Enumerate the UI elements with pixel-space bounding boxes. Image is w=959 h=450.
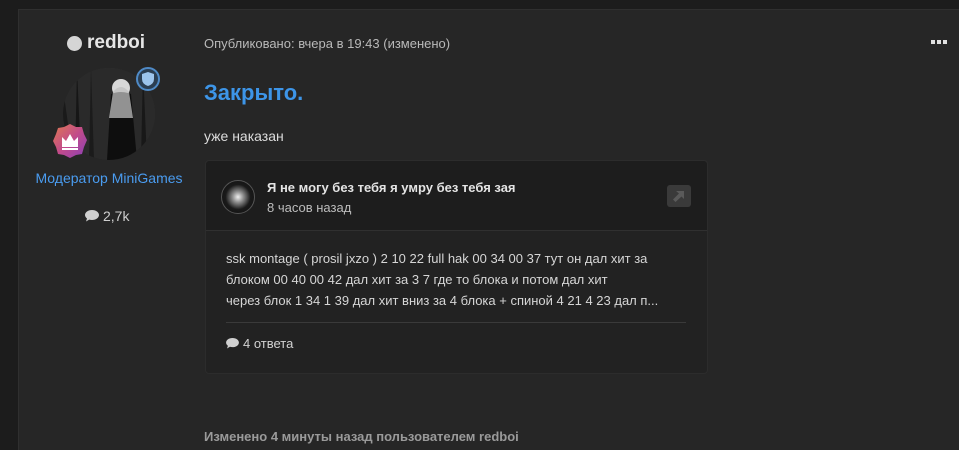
embedded-topic-card[interactable]: Я не могу без тебя я умру без тебя зая 8… [205, 160, 708, 374]
snippet-line: через блок 1 34 1 39 дал хит вниз за 4 б… [226, 293, 659, 308]
author-name[interactable]: redboi [87, 32, 145, 54]
replies-count[interactable]: 4 ответа [243, 336, 293, 351]
reaction-count: 2,7k [85, 208, 129, 224]
replies-link[interactable]: 4 ответа [226, 336, 293, 351]
snippet-line: ssk montage ( prosil jxzo ) 2 10 22 full… [226, 251, 648, 266]
crown-icon [52, 123, 88, 159]
author-name-row[interactable]: redboi [67, 32, 145, 54]
online-status-icon [67, 35, 82, 51]
post-meta[interactable]: Опубликовано: вчера в 19:43 (изменено) [204, 36, 450, 51]
moderator-shield-icon [136, 67, 160, 91]
divider [226, 322, 686, 323]
comment-icon [85, 210, 99, 222]
reaction-count-value: 2,7k [103, 208, 130, 224]
comment-icon [226, 338, 239, 349]
embedded-topic-snippet: ssk montage ( prosil jxzo ) 2 10 22 full… [226, 248, 688, 311]
embedded-topic-time: 8 часов назад [267, 200, 352, 215]
post-title: Закрыто. [204, 80, 304, 105]
embedded-topic-title[interactable]: Я не могу без тебя я умру без тебя зая [267, 180, 516, 195]
post-card: redboi Модератор MiniGames 2,7k Опублико… [18, 9, 959, 450]
snippet-line: блоком 00 40 00 42 дал хит за 3 7 где то… [226, 272, 608, 287]
edited-note: Изменено 4 минуты назад пользователем re… [204, 429, 519, 444]
embedded-topic-header: Я не могу без тебя я умру без тебя зая 8… [206, 161, 707, 231]
embedded-topic-avatar[interactable] [221, 180, 255, 214]
external-link-icon[interactable] [667, 185, 691, 207]
more-options-icon[interactable] [931, 40, 947, 44]
author-role[interactable]: Модератор MiniGames [19, 170, 199, 186]
post-body: уже наказан [204, 128, 284, 144]
